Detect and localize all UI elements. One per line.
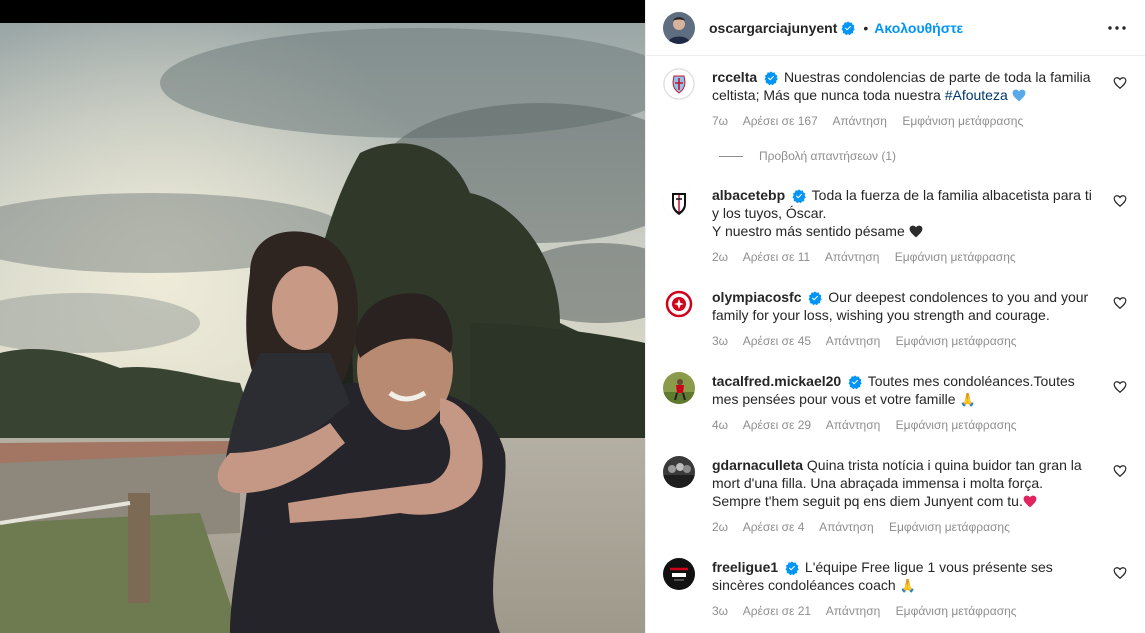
comment-likes-count[interactable]: Αρέσει σε 167 [743,114,818,128]
translate-button[interactable]: Εμφάνιση μετάφρασης [895,250,1016,264]
heart-outline-icon[interactable] [1113,76,1127,90]
comments-list: rccelta Nuestras condolencias de parte d… [646,56,1145,633]
comment-meta: 7ω Αρέσει σε 167 Απάντηση Εμφάνιση μετάφ… [712,114,1035,128]
comment-time: 2ω [712,250,729,264]
commenter-avatar[interactable] [663,372,695,404]
verified-badge-icon [808,291,823,306]
translate-button[interactable]: Εμφάνιση μετάφρασης [896,604,1017,618]
comment-item: tacalfred.mickael20 Toutes mes condoléan… [663,372,1133,436]
comment-time: 3ω [712,334,729,348]
comments-panel: oscargarciajunyent • Ακολουθήστε rccelta… [645,0,1145,633]
comment-meta: 2ω Αρέσει σε 11 Απάντηση Εμφάνιση μετάφρ… [712,250,1028,264]
more-options-icon[interactable] [1105,16,1129,40]
comment-body: rccelta Nuestras condolencias de parte d… [712,68,1092,104]
heart-outline-icon[interactable] [1113,566,1127,580]
commenter-avatar[interactable] [663,558,695,590]
author-username[interactable]: oscargarciajunyent [709,20,837,36]
view-replies-label: Προβολή απαντήσεων (1) [759,149,897,163]
commenter-username[interactable]: olympiacosfc [712,289,801,305]
comment-time: 7ω [712,114,729,128]
comment-time: 2ω [712,520,729,534]
reply-button[interactable]: Απάντηση [826,418,881,432]
verified-badge-icon [841,20,856,35]
commenter-username[interactable]: albacetebp [712,187,785,203]
red-heart-emoji [1023,495,1037,508]
heart-outline-icon[interactable] [1113,464,1127,478]
comment-likes-count[interactable]: Αρέσει σε 11 [743,250,810,264]
praying-hands-emoji: 🙏 [959,392,976,407]
blue-heart-emoji [1012,89,1026,102]
separator-dot: • [863,19,869,36]
commenter-avatar[interactable] [663,186,695,218]
verified-badge-icon [764,71,778,86]
commenter-avatar[interactable] [663,68,695,100]
replies-divider-line [719,155,743,157]
comment-time: 4ω [712,418,729,432]
commenter-username[interactable]: tacalfred.mickael20 [712,373,841,389]
commenter-username[interactable]: gdarnaculleta [712,457,803,473]
post-photo[interactable] [0,0,645,633]
comment-body: tacalfred.mickael20 Toutes mes condoléan… [712,372,1092,409]
commenter-avatar[interactable] [663,288,695,320]
reply-button[interactable]: Απάντηση [826,604,881,618]
translate-button[interactable]: Εμφάνιση μετάφρασης [896,418,1017,432]
photo-image [0,23,645,633]
verified-badge-icon [785,561,799,576]
verified-badge-icon [848,375,862,390]
commenter-username[interactable]: rccelta [712,69,757,85]
comment-body: olympiacosfc Our deepest condolences to … [712,288,1092,324]
photo-top-letterbox [0,0,645,23]
commenter-avatar[interactable] [663,456,695,488]
comment-likes-count[interactable]: Αρέσει σε 29 [743,418,811,432]
comment-likes-count[interactable]: Αρέσει σε 21 [743,604,811,618]
comment-body: albacetebp Toda la fuerza de la familia … [712,186,1092,240]
praying-hands-emoji: 🙏 [899,578,916,593]
comment-item: gdarnaculleta Quina trista notícia i qui… [663,456,1133,540]
verified-badge-icon [792,189,806,204]
comment-body: freeligue1 L'équipe Free ligue 1 vous pr… [712,558,1092,595]
reply-button[interactable]: Απάντηση [819,520,874,534]
comment-item: rccelta Nuestras condolencias de parte d… [663,68,1133,188]
translate-button[interactable]: Εμφάνιση μετάφρασης [902,114,1023,128]
comment-text-line-2: Y nuestro más sentido pésame [712,223,905,239]
comment-meta: 4ω Αρέσει σε 29 Απάντηση Εμφάνιση μετάφρ… [712,418,1029,432]
comment-meta: 2ω Αρέσει σε 4 Απάντηση Εμφάνιση μετάφρα… [712,520,1022,534]
comment-time: 3ω [712,604,729,618]
commenter-username[interactable]: freeligue1 [712,559,778,575]
comment-likes-count[interactable]: Αρέσει σε 4 [743,520,805,534]
comment-item: freeligue1 L'équipe Free ligue 1 vous pr… [663,558,1133,622]
reply-button[interactable]: Απάντηση [832,114,887,128]
heart-outline-icon[interactable] [1113,194,1127,208]
reply-button[interactable]: Απάντηση [826,334,881,348]
instagram-post-modal: oscargarciajunyent • Ακολουθήστε rccelta… [0,0,1145,633]
hashtag-link[interactable]: #Afouteza [945,87,1008,103]
reply-button[interactable]: Απάντηση [825,250,880,264]
view-replies-button[interactable]: Προβολή απαντήσεων (1) [719,149,896,163]
follow-button[interactable]: Ακολουθήστε [874,20,963,36]
black-heart-emoji [909,225,923,238]
comment-body: gdarnaculleta Quina trista notícia i qui… [712,456,1092,510]
author-avatar[interactable] [663,11,695,44]
comment-meta: 3ω Αρέσει σε 45 Απάντηση Εμφάνιση μετάφρ… [712,334,1029,348]
translate-button[interactable]: Εμφάνιση μετάφρασης [889,520,1010,534]
comment-item: olympiacosfc Our deepest condolences to … [663,288,1133,352]
comment-item: albacetebp Toda la fuerza de la familia … [663,186,1133,266]
post-header: oscargarciajunyent • Ακολουθήστε [646,0,1145,56]
translate-button[interactable]: Εμφάνιση μετάφρασης [896,334,1017,348]
heart-outline-icon[interactable] [1113,380,1127,394]
heart-outline-icon[interactable] [1113,296,1127,310]
comment-likes-count[interactable]: Αρέσει σε 45 [743,334,811,348]
comment-meta: 3ω Αρέσει σε 21 Απάντηση Εμφάνιση μετάφρ… [712,604,1029,618]
